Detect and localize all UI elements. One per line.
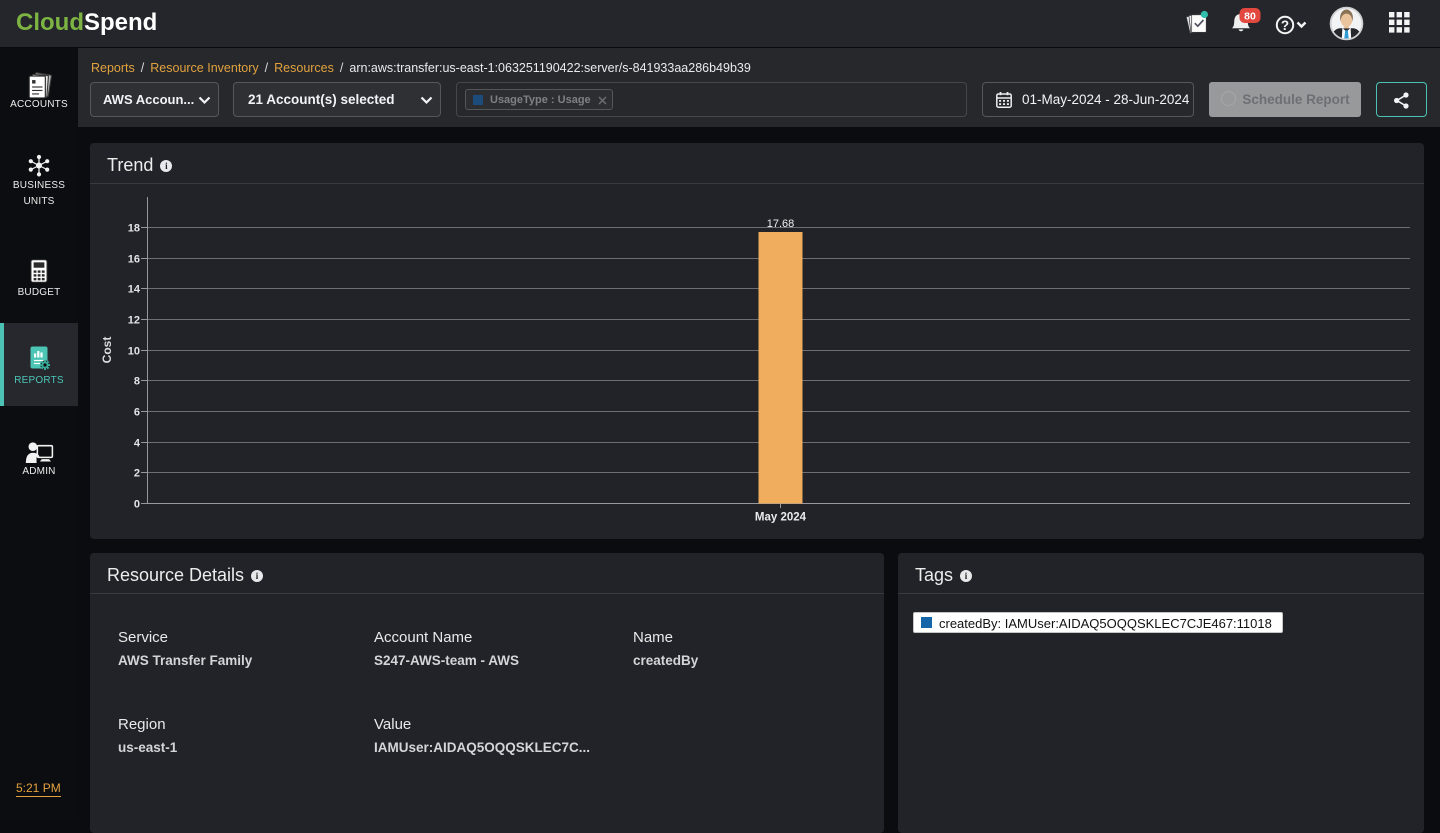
svg-text:6: 6 xyxy=(134,407,140,419)
svg-text:12: 12 xyxy=(128,315,140,327)
svg-text:May 2024: May 2024 xyxy=(755,512,807,524)
svg-text:18: 18 xyxy=(128,223,140,235)
svg-text:0: 0 xyxy=(134,499,140,511)
svg-text:17.68: 17.68 xyxy=(767,218,795,230)
svg-text:80: 80 xyxy=(1244,10,1256,22)
svg-text:14: 14 xyxy=(128,284,141,296)
svg-text:2: 2 xyxy=(134,468,140,480)
svg-text:?: ? xyxy=(1281,18,1289,33)
svg-text:8: 8 xyxy=(134,376,140,388)
svg-text:10: 10 xyxy=(128,346,140,358)
svg-text:16: 16 xyxy=(128,254,140,266)
svg-text:4: 4 xyxy=(134,438,141,450)
svg-text:Cost: Cost xyxy=(100,337,114,364)
